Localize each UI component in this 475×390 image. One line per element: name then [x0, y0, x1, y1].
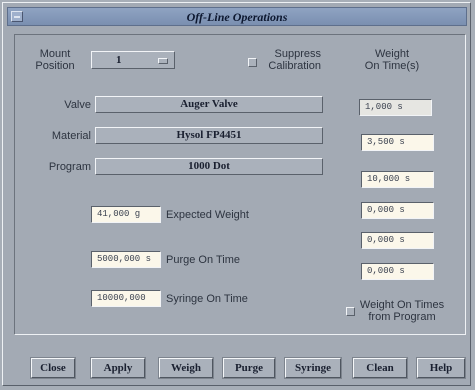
weight-from-program-label: Weight On Times from Program [357, 299, 447, 323]
weigh-button[interactable]: Weigh [159, 358, 213, 378]
suppress-calibration-checkbox[interactable] [248, 58, 257, 67]
weight-from-program-line2: from Program [368, 311, 436, 323]
syringe-on-time-label: Syringe On Time [166, 293, 248, 305]
mount-label-line1: Mount [39, 48, 71, 60]
weight-from-program-checkbox[interactable] [346, 307, 355, 316]
mount-label-line2: Position [35, 60, 75, 72]
purge-button[interactable]: Purge [223, 358, 275, 378]
weight-time-field-6[interactable]: 0,000 s [361, 263, 434, 280]
weight-header-line1: Weight [374, 48, 410, 60]
mount-position-label: Mount Position [27, 48, 83, 72]
weight-time-field-3[interactable]: 10,000 s [361, 171, 434, 188]
mount-position-select[interactable]: 1 [91, 51, 175, 69]
weight-time-field-4[interactable]: 0,000 s [361, 202, 434, 219]
off-line-operations-window: Off-Line Operations Mount Position 1 Sup… [2, 2, 471, 386]
option-menu-icon [158, 58, 168, 64]
title-bar[interactable]: Off-Line Operations [7, 7, 467, 26]
clean-button[interactable]: Clean [353, 358, 407, 378]
syringe-on-time-field[interactable]: 10000,000 [91, 290, 161, 307]
purge-on-time-label: Purge On Time [166, 254, 240, 266]
help-button[interactable]: Help [417, 358, 465, 378]
weight-time-field-1[interactable]: 1,000 s [359, 99, 432, 116]
suppress-calibration-label: Suppress Calibration [257, 48, 321, 72]
suppress-label-line2: Calibration [268, 60, 321, 72]
weight-time-field-2[interactable]: 3,500 s [361, 134, 434, 151]
purge-on-time-field[interactable]: 5000,000 s [91, 251, 161, 268]
weight-time-field-5[interactable]: 0,000 s [361, 232, 434, 249]
material-button[interactable]: Hysol FP4451 [95, 127, 323, 144]
expected-weight-label: Expected Weight [166, 209, 249, 221]
window-title: Off-Line Operations [186, 10, 288, 24]
weight-on-time-header: Weight On Time(s) [352, 48, 432, 72]
mount-position-value: 1 [116, 54, 122, 66]
program-label: Program [48, 161, 91, 173]
material-label: Material [51, 130, 91, 142]
valve-label: Valve [64, 99, 91, 111]
syringe-button[interactable]: Syringe [285, 358, 341, 378]
apply-button[interactable]: Apply [91, 358, 145, 378]
program-button[interactable]: 1000 Dot [95, 158, 323, 175]
valve-button[interactable]: Auger Valve [95, 96, 323, 113]
expected-weight-field[interactable]: 41,000 g [91, 206, 161, 223]
close-button[interactable]: Close [31, 358, 75, 378]
weight-from-program-line1: Weight On Times [359, 299, 445, 311]
suppress-label-line1: Suppress [274, 48, 321, 60]
weight-header-line2: On Time(s) [364, 60, 420, 72]
